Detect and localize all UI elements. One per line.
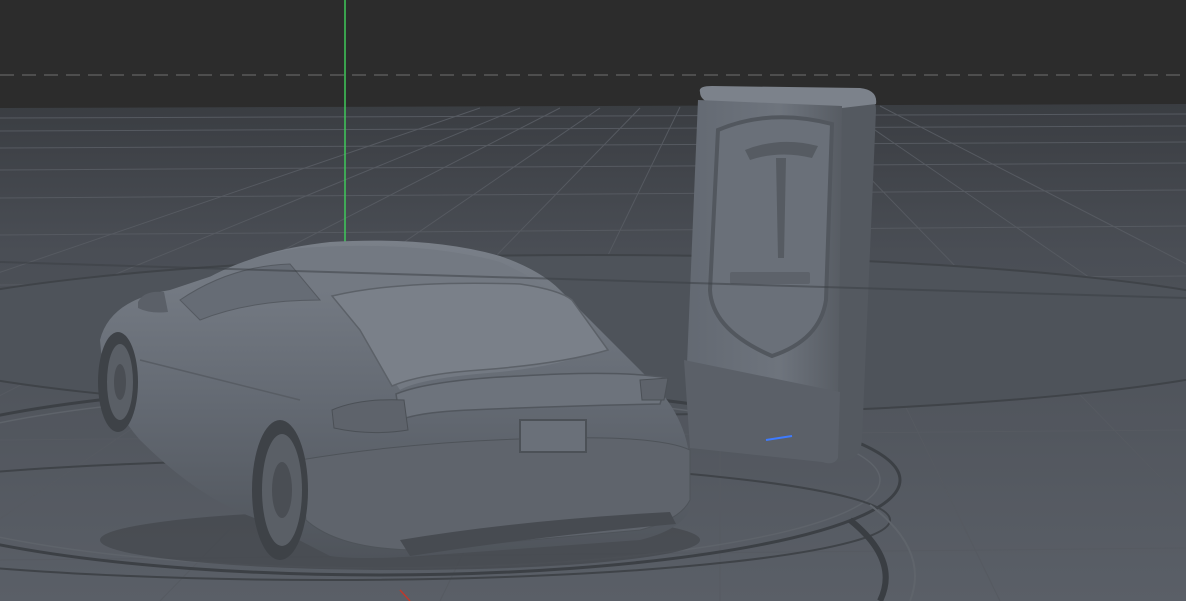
viewport-canvas[interactable] xyxy=(0,0,1186,601)
logo-wordmark xyxy=(730,272,810,284)
supercharger[interactable] xyxy=(684,86,877,464)
license-plate xyxy=(519,419,587,453)
tail-light-right xyxy=(639,377,669,401)
3d-viewport[interactable] xyxy=(0,0,1186,601)
front-wheel xyxy=(98,332,138,432)
rear-wheel xyxy=(252,420,308,560)
